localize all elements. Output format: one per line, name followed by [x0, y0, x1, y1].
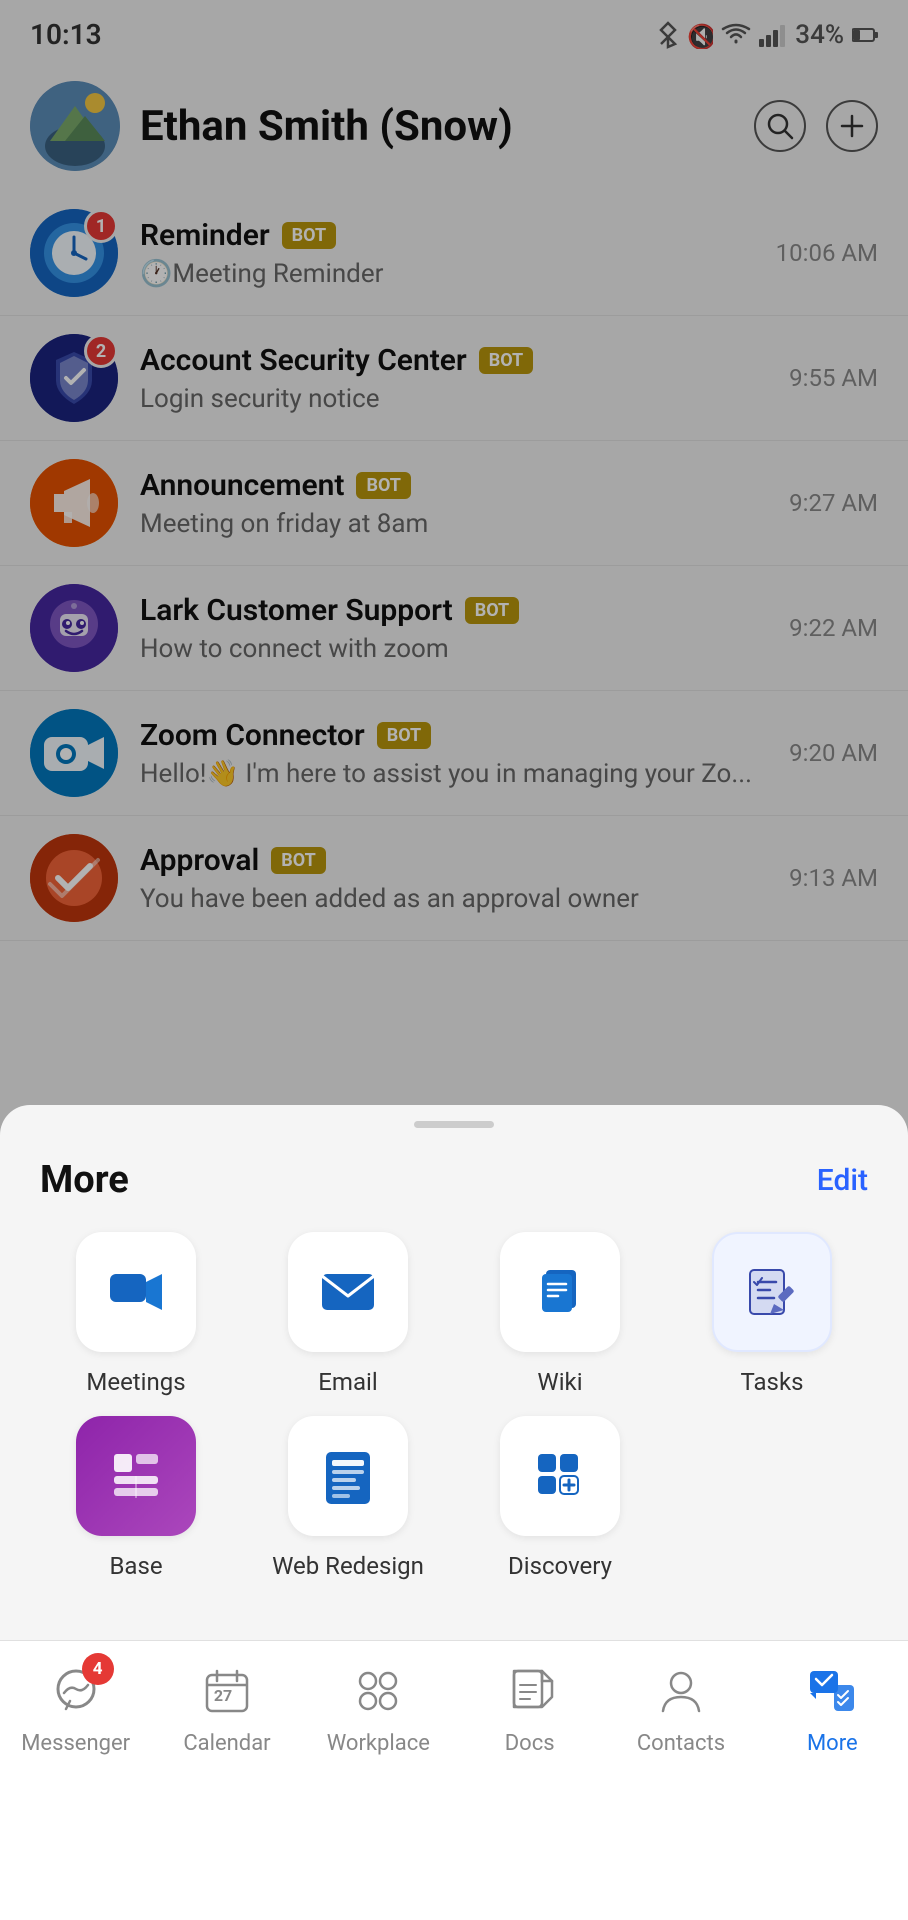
app-icon-tasks — [712, 1232, 832, 1352]
docs-icon — [504, 1665, 556, 1717]
app-item-base[interactable]: Base — [40, 1416, 232, 1580]
sheet-handle[interactable] — [414, 1121, 494, 1128]
calendar-icon: 27 — [201, 1665, 253, 1717]
contacts-icon — [655, 1665, 707, 1717]
wiki-icon — [528, 1260, 592, 1324]
apps-grid: Meetings Email — [0, 1222, 908, 1600]
app-item-web-redesign[interactable]: Web Redesign — [252, 1416, 444, 1580]
nav-item-workplace[interactable]: Workplace — [303, 1661, 454, 1756]
nav-label-docs: Docs — [505, 1731, 555, 1756]
nav-icon-workplace — [348, 1661, 408, 1721]
nav-label-contacts: Contacts — [637, 1731, 725, 1756]
sheet-header: More Edit — [0, 1128, 908, 1222]
web-redesign-icon — [316, 1444, 380, 1508]
app-icon-wiki — [500, 1232, 620, 1352]
nav-label-workplace: Workplace — [327, 1731, 430, 1756]
tasks-icon — [740, 1260, 804, 1324]
app-item-discovery[interactable]: Discovery — [464, 1416, 656, 1580]
bottom-sheet: More Edit Meetings Email — [0, 1105, 908, 1640]
app-item-wiki[interactable]: Wiki — [464, 1232, 656, 1396]
nav-icon-contacts — [651, 1661, 711, 1721]
app-label-discovery: Discovery — [508, 1552, 612, 1580]
email-icon — [316, 1260, 380, 1324]
nav-icon-messenger: 4 — [46, 1661, 106, 1721]
discovery-icon — [528, 1444, 592, 1508]
nav-item-contacts[interactable]: Contacts — [605, 1661, 756, 1756]
app-label-meetings: Meetings — [86, 1368, 185, 1396]
app-icon-email — [288, 1232, 408, 1352]
nav-item-calendar[interactable]: 27 Calendar — [151, 1661, 302, 1756]
nav-icon-more — [802, 1661, 862, 1721]
nav-badge-messenger: 4 — [82, 1653, 114, 1685]
app-icon-meetings — [76, 1232, 196, 1352]
sheet-title: More — [40, 1158, 129, 1202]
app-icon-base — [76, 1416, 196, 1536]
app-icon-discovery — [500, 1416, 620, 1536]
bottom-nav: 4 Messenger 27 Calendar Wo — [0, 1640, 908, 1920]
app-label-email: Email — [318, 1368, 377, 1396]
app-item-meetings[interactable]: Meetings — [40, 1232, 232, 1396]
svg-text:27: 27 — [214, 1686, 232, 1705]
nav-label-messenger: Messenger — [21, 1731, 130, 1756]
more-icon — [806, 1665, 858, 1717]
nav-label-more: More — [807, 1731, 858, 1756]
app-item-tasks[interactable]: Tasks — [676, 1232, 868, 1396]
sheet-edit-button[interactable]: Edit — [817, 1163, 868, 1198]
nav-icon-docs — [500, 1661, 560, 1721]
app-label-tasks: Tasks — [741, 1368, 804, 1396]
nav-item-docs[interactable]: Docs — [454, 1661, 605, 1756]
nav-label-calendar: Calendar — [183, 1731, 270, 1756]
meetings-icon — [104, 1260, 168, 1324]
base-icon — [104, 1444, 168, 1508]
nav-item-messenger[interactable]: 4 Messenger — [0, 1661, 151, 1756]
app-label-web-redesign: Web Redesign — [272, 1552, 424, 1580]
app-label-base: Base — [109, 1552, 162, 1580]
app-icon-web-redesign — [288, 1416, 408, 1536]
nav-item-more[interactable]: More — [757, 1661, 908, 1756]
app-label-wiki: Wiki — [537, 1368, 582, 1396]
app-item-email[interactable]: Email — [252, 1232, 444, 1396]
nav-icon-calendar: 27 — [197, 1661, 257, 1721]
workplace-icon — [352, 1665, 404, 1717]
